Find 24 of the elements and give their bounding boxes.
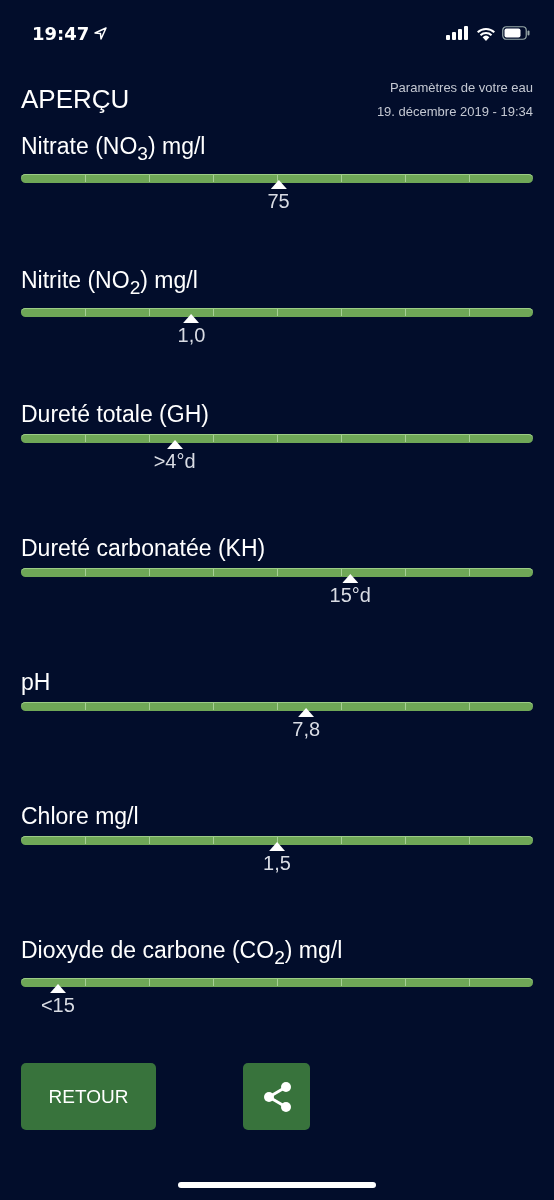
- measurement-date: 19. décembre 2019 - 19:34: [376, 104, 533, 119]
- parameter-label: pH: [21, 668, 52, 697]
- parameter-label: Dioxyde de carbone (CO$_{2}$) mg/l: [21, 936, 344, 970]
- parameter-label: Nitrite (NO$_{2}$) mg/l: [21, 266, 199, 300]
- parameter-value: 75: [267, 189, 290, 213]
- parameter-label: Dureté totale (GH): [21, 400, 210, 429]
- page-title: APERÇU: [21, 84, 130, 115]
- parameter-label: Chlore mg/l: [21, 802, 140, 831]
- parameter-value: <15: [40, 993, 75, 1017]
- subtitle: Paramètres de votre eau: [389, 80, 533, 95]
- parameter-label: Nitrate (NO$_{3}$) mg/l: [21, 132, 207, 166]
- share-button[interactable]: [243, 1063, 310, 1130]
- signal-icon: [446, 26, 470, 40]
- parameter-value: 15°d: [329, 584, 371, 607]
- wifi-icon: [476, 25, 496, 41]
- battery-icon: [502, 26, 530, 40]
- status-time: 19:47: [32, 22, 90, 44]
- parameter-label: Dureté carbonatée (KH): [21, 534, 267, 563]
- location-arrow-icon: [94, 26, 108, 40]
- parameter-value: 7,8: [292, 718, 321, 741]
- back-button[interactable]: RETOUR: [21, 1063, 156, 1130]
- parameter-value: 1,5: [263, 852, 291, 875]
- parameter-value: >4°d: [153, 450, 196, 473]
- parameter-value: 1,0: [177, 323, 206, 347]
